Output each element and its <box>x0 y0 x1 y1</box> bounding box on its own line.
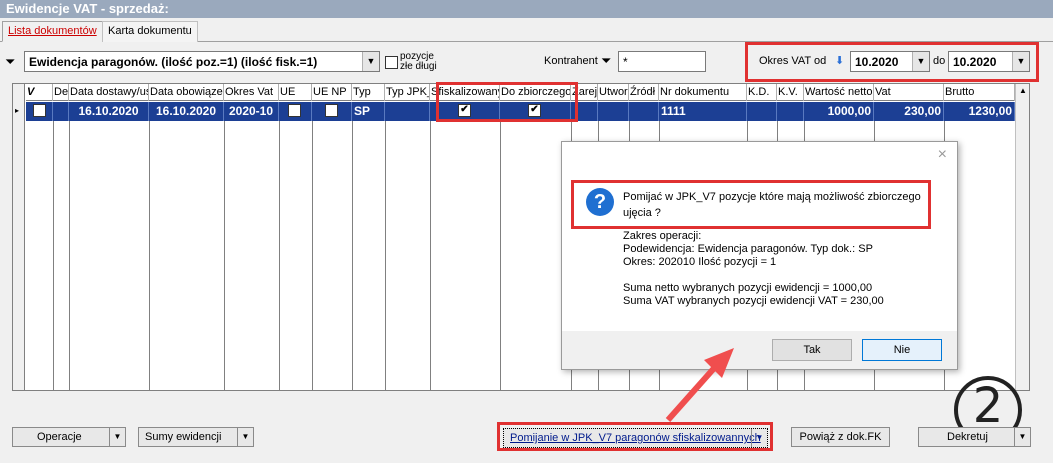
scope-period: Okres: 202010 Ilość pozycji = 1 <box>623 256 777 268</box>
decree-label: Dekretuj <box>947 431 988 443</box>
grid-line <box>224 121 225 390</box>
obligation-date-cell[interactable]: 16.10.2020 <box>149 102 224 121</box>
col-header-obligation-date[interactable]: Data obowiązek <box>149 84 224 101</box>
col-header-dek[interactable]: Dek <box>53 84 69 101</box>
col-header-vat-period[interactable]: Okres Vat <box>224 84 279 101</box>
kd-cell <box>747 102 777 121</box>
type-cell[interactable]: SP <box>352 102 385 121</box>
highlight-period <box>745 42 1039 82</box>
tab-bar: Lista dokumentów Karta dokumentu <box>0 18 1053 42</box>
col-header-delivery-date[interactable]: Data dostawy/us <box>69 84 149 101</box>
vertical-scrollbar[interactable]: ▲ <box>1015 84 1029 390</box>
jpk-type-cell <box>385 102 430 121</box>
dek-cell <box>53 102 69 121</box>
source-cell <box>629 102 659 121</box>
col-header-gross[interactable]: Brutto <box>944 84 1015 101</box>
col-header-created[interactable]: Utwor <box>598 84 629 101</box>
register-combo[interactable]: Ewidencja paragonów. (ilość poz.=1) (ilo… <box>24 51 380 72</box>
grid-line <box>385 121 386 390</box>
decree-button[interactable]: Dekretuj ▼ <box>918 427 1031 447</box>
contractor-input[interactable]: * <box>618 51 706 72</box>
contractor-filter-icon[interactable]: ⏷ <box>601 53 611 69</box>
grid-line <box>500 121 501 390</box>
col-header-v[interactable]: V <box>26 84 53 101</box>
delivery-date-cell[interactable]: 16.10.2020 <box>69 102 149 121</box>
operations-label: Operacje <box>37 431 82 443</box>
ue-checkbox[interactable] <box>288 104 301 117</box>
chevron-down-icon[interactable]: ▼ <box>362 52 379 71</box>
confirm-dialog: × ? Pomijać w JPK_V7 pozycje które mają … <box>561 141 958 370</box>
col-header-jpk-type[interactable]: Typ JPK_ <box>385 84 430 101</box>
chevron-down-icon[interactable]: ▼ <box>109 428 125 446</box>
col-header-net-value[interactable]: Wartość netto <box>804 84 874 101</box>
select-cell <box>26 102 53 121</box>
grid-line <box>312 121 313 390</box>
scroll-up-icon[interactable]: ▲ <box>1019 86 1027 95</box>
step-number: 2 <box>972 378 1004 434</box>
register-sums-button[interactable]: Sumy ewidencji ▼ <box>138 427 254 447</box>
document-number-cell[interactable]: 1111 <box>659 102 747 121</box>
tab-document-list[interactable]: Lista dokumentów <box>2 21 103 42</box>
filter-icon[interactable]: ⏷ <box>5 54 15 70</box>
vat-cell[interactable]: 230,00 <box>874 102 944 121</box>
row-header-column: ▸ <box>13 84 25 390</box>
ue-cell <box>279 102 312 121</box>
tab-document-card[interactable]: Karta dokumentu <box>102 21 198 42</box>
created-cell <box>598 102 629 121</box>
col-header-vat[interactable]: Vat <box>874 84 944 101</box>
grid-line <box>352 121 353 390</box>
contractor-label: Kontrahent <box>544 55 598 67</box>
operations-button[interactable]: Operacje ▼ <box>12 427 126 447</box>
bad-debts-label: pozycje złe długi <box>400 52 437 72</box>
ue-np-cell <box>312 102 352 121</box>
grid-line <box>53 121 54 390</box>
bad-debts-checkbox[interactable] <box>385 56 398 69</box>
select-checkbox[interactable] <box>33 104 46 117</box>
net-value-cell[interactable]: 1000,00 <box>804 102 874 121</box>
link-fk-button[interactable]: Powiąż z dok.FK <box>791 427 890 447</box>
bad-debts-label-line2: złe długi <box>400 61 437 72</box>
register-sums-label: Sumy ewidencji <box>145 431 222 443</box>
col-header-ue[interactable]: UE <box>279 84 312 101</box>
grid-line <box>149 121 150 390</box>
scope-title: Zakres operacji: <box>623 230 702 242</box>
sum-vat: Suma VAT wybranych pozycji ewidencji VAT… <box>623 295 884 307</box>
highlight-fiscal-columns <box>436 82 578 122</box>
sum-net: Suma netto wybranych pozycji ewidencji =… <box>623 282 873 294</box>
current-row-marker-icon: ▸ <box>15 106 20 115</box>
grid-line <box>430 121 431 390</box>
col-header-ue-np[interactable]: UE NP <box>312 84 352 101</box>
chevron-down-icon[interactable]: ▼ <box>237 428 253 446</box>
ue-np-checkbox[interactable] <box>325 104 338 117</box>
dialog-details: Zakres operacji: Podewidencja: Ewidencja… <box>623 230 884 308</box>
highlight-skip-button <box>497 422 773 451</box>
register-combo-value: Ewidencja paragonów. (ilość poz.=1) (ilo… <box>29 55 318 69</box>
col-header-kv[interactable]: K.V. <box>777 84 804 101</box>
dialog-footer: Tak Nie <box>562 331 957 369</box>
vat-period-cell[interactable]: 2020-10 <box>224 102 279 121</box>
col-header-kd[interactable]: K.D. <box>747 84 777 101</box>
col-header-source[interactable]: Źródł <box>629 84 659 101</box>
col-header-document-number[interactable]: Nr dokumentu <box>659 84 747 101</box>
scope-subregister: Podewidencja: Ewidencja paragonów. Typ d… <box>623 243 873 255</box>
no-button[interactable]: Nie <box>862 339 942 361</box>
grid-line <box>69 121 70 390</box>
kv-cell <box>777 102 804 121</box>
window-title: Ewidencje VAT - sprzedaż: <box>0 0 1053 18</box>
close-icon[interactable]: × <box>938 146 947 164</box>
chevron-down-icon[interactable]: ▼ <box>1014 428 1030 446</box>
gross-cell[interactable]: 1230,00 <box>944 102 1015 121</box>
grid-line <box>279 121 280 390</box>
col-header-type[interactable]: Typ <box>352 84 385 101</box>
yes-button[interactable]: Tak <box>772 339 852 361</box>
highlight-question <box>571 180 931 229</box>
